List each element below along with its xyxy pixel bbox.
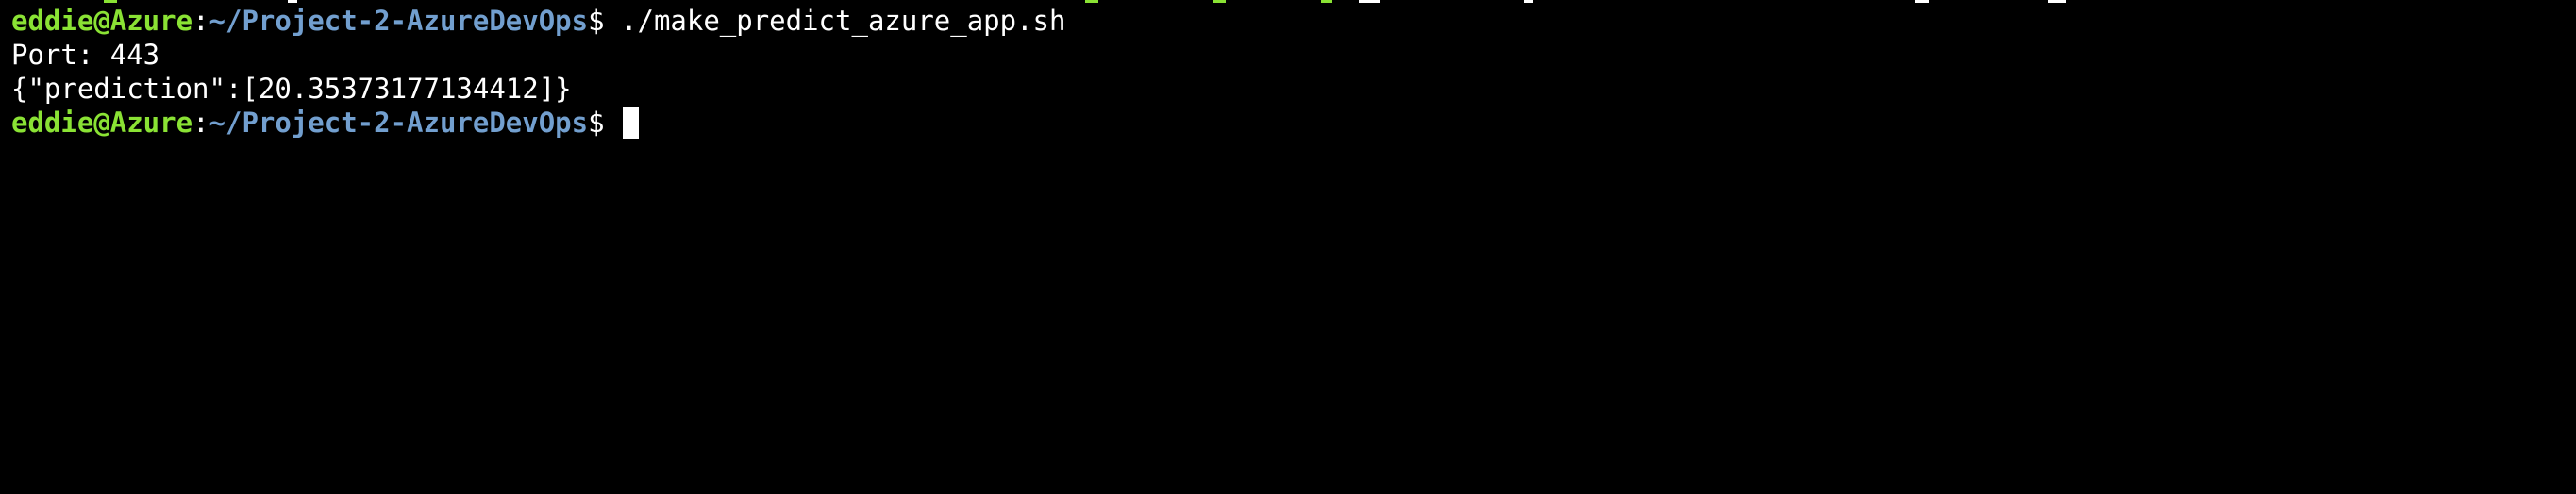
prompt-separator: : xyxy=(192,5,209,37)
scrolled-text-fragment xyxy=(1524,0,1533,3)
terminal-output-line: Port: 443 xyxy=(11,38,159,72)
prompt-path: ~/Project-2-AzureDevOps xyxy=(209,107,589,139)
prompt-user-host: eddie@Azure xyxy=(11,107,193,139)
terminal-line-command: eddie@Azure:~/Project-2-AzureDevOps$ ./m… xyxy=(11,4,1065,38)
command-text: ./make_predict_azure_app.sh xyxy=(621,5,1066,37)
prompt-path: ~/Project-2-AzureDevOps xyxy=(209,5,589,37)
terminal-line-active-prompt[interactable]: eddie@Azure:~/Project-2-AzureDevOps$ xyxy=(11,106,640,140)
terminal-window[interactable]: eddie@Azure:~/Project-2-AzureDevOps$ ./m… xyxy=(0,0,2576,494)
scrolled-text-fragment xyxy=(288,0,297,3)
output-port: Port: 443 xyxy=(11,39,160,71)
scrolled-text-fragment xyxy=(2048,0,2066,3)
scrolled-text-fragment xyxy=(1321,0,1332,3)
scrolled-text-fragment xyxy=(1085,0,1098,3)
scrolled-text-fragment xyxy=(1915,0,1929,3)
prompt-user-host: eddie@Azure xyxy=(11,5,193,37)
scrolled-text-fragment xyxy=(1213,0,1226,3)
prompt-separator: : xyxy=(192,107,209,139)
output-prediction: {"prediction":[20.35373177134412]} xyxy=(11,73,572,105)
prompt-symbol: $ xyxy=(588,5,605,37)
terminal-output-line: {"prediction":[20.35373177134412]} xyxy=(11,72,572,106)
scrolled-text-fragment xyxy=(1359,0,1380,3)
text-cursor xyxy=(623,107,640,139)
prompt-symbol: $ xyxy=(588,107,605,139)
scrolled-text-fragment xyxy=(104,0,117,3)
